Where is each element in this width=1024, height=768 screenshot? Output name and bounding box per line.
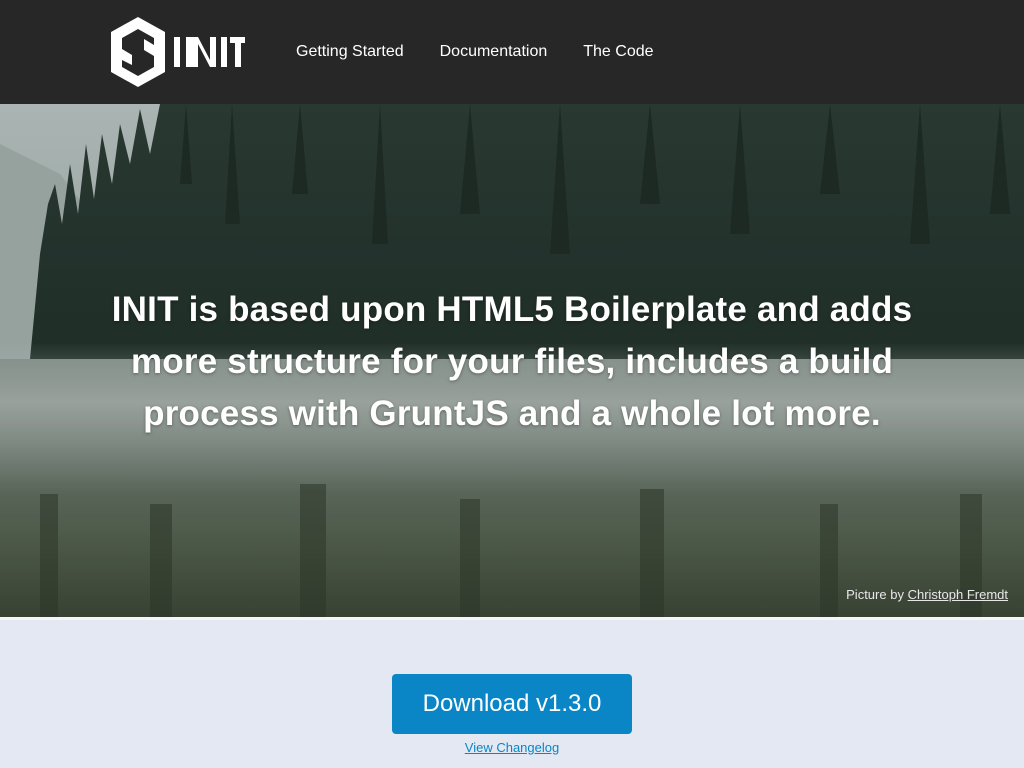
hero-headline: INIT is based upon HTML5 Boilerplate and… [111,290,913,433]
view-changelog-link[interactable]: View Changelog [412,740,612,755]
init-hexagon-logo-icon [111,17,245,87]
nav-getting-started[interactable]: Getting Started [296,41,404,63]
credit-author-link[interactable]: Christoph Fremdt [908,587,1008,602]
nav-documentation[interactable]: Documentation [440,41,548,63]
credit-prefix: Picture by [846,587,904,602]
site-header: Getting Started Documentation The Code [0,0,1024,104]
nav-the-code[interactable]: The Code [583,41,653,63]
photo-credit: Picture by Christoph Fremdt [846,587,1008,602]
download-section: Download v1.3.0 View Changelog [0,620,1024,768]
download-button[interactable]: Download v1.3.0 [392,674,632,734]
hero-banner: INIT is based upon HTML5 Boilerplate and… [0,104,1024,617]
main-nav: Getting Started Documentation The Code [296,0,690,104]
site-logo[interactable] [110,15,245,89]
